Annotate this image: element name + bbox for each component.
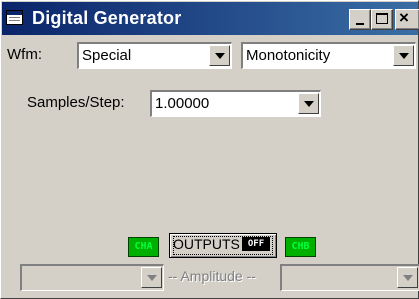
amplitude-cha-select[interactable] [20,264,164,291]
amplitude-chb-select[interactable] [280,264,419,291]
window-app-icon [6,10,23,25]
chevron-down-icon[interactable] [298,93,319,114]
outputs-toggle-button[interactable]: OUTPUTS OFF [169,233,277,258]
cha-indicator[interactable]: CHA [128,237,159,257]
waveform-type-value: Special [82,47,132,64]
maximize-icon [376,13,388,24]
waveform-type-select[interactable]: Special [77,42,232,69]
chevron-down-icon[interactable] [397,267,418,288]
window-title: Digital Generator [32,8,182,28]
digital-generator-window: Digital Generator × Wfm: Special Monoton… [0,0,419,299]
minimize-button[interactable] [349,9,371,30]
waveform-label: Wfm: [7,46,42,63]
minimize-icon [356,23,364,25]
outputs-button-label: OUTPUTS [173,236,240,252]
outputs-state-badge: OFF [242,237,270,251]
samples-per-step-label: Samples/Step: [27,94,125,111]
title-bar[interactable]: Digital Generator × [2,2,419,35]
waveform-subtype-value: Monotonicity [246,47,331,64]
waveform-subtype-select[interactable]: Monotonicity [241,42,416,69]
chevron-down-icon[interactable] [393,45,414,66]
chevron-down-icon[interactable] [141,267,162,288]
maximize-button[interactable] [371,9,393,30]
samples-per-step-value: 1.00000 [155,95,210,112]
close-button[interactable]: × [395,8,419,30]
samples-per-step-select[interactable]: 1.00000 [150,90,321,117]
chb-indicator[interactable]: CHB [285,237,316,257]
close-icon: × [399,8,409,27]
chevron-down-icon[interactable] [209,45,230,66]
amplitude-label: -- Amplitude -- [168,268,256,284]
